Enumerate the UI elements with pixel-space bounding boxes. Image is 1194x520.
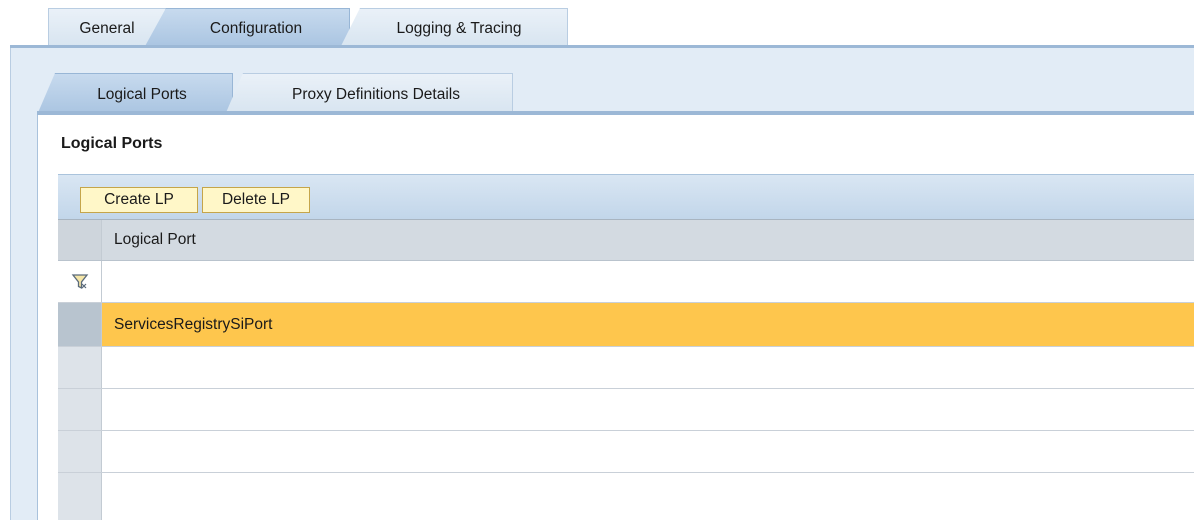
tab-configuration-label: Configuration bbox=[209, 19, 303, 37]
configuration-panel: Logical Ports Proxy Definitions Details … bbox=[10, 48, 1194, 520]
delete-lp-button[interactable]: Delete LP bbox=[202, 187, 310, 213]
row-selector[interactable] bbox=[58, 347, 102, 388]
filter-toggle[interactable] bbox=[58, 261, 102, 302]
tab-logical-ports[interactable]: Logical Ports bbox=[37, 73, 233, 115]
row-selector[interactable] bbox=[58, 303, 102, 346]
row-selector[interactable] bbox=[58, 473, 102, 520]
table-row[interactable] bbox=[58, 431, 1194, 473]
column-header-logical-port[interactable]: Logical Port bbox=[102, 220, 1194, 260]
table-header-row: Logical Port bbox=[58, 219, 1194, 261]
cell-logical-port bbox=[102, 473, 1194, 520]
row-selector[interactable] bbox=[58, 431, 102, 472]
sub-tab-strip: Logical Ports Proxy Definitions Details bbox=[37, 73, 1194, 115]
table-row[interactable] bbox=[58, 389, 1194, 431]
tab-proxy-definitions-details[interactable]: Proxy Definitions Details bbox=[225, 73, 513, 115]
row-selector[interactable] bbox=[58, 389, 102, 430]
tab-configuration[interactable]: Configuration bbox=[144, 8, 350, 48]
create-lp-button[interactable]: Create LP bbox=[80, 187, 198, 213]
logical-ports-table: Logical Port ServicesRegistrySiPort bbox=[58, 219, 1194, 520]
table-filter-row bbox=[58, 261, 1194, 303]
table-row[interactable] bbox=[58, 347, 1194, 389]
select-all-cell[interactable] bbox=[58, 220, 102, 260]
tab-logging-tracing-label: Logging & Tracing bbox=[396, 19, 522, 37]
section-title: Logical Ports bbox=[61, 135, 163, 152]
table-row[interactable] bbox=[58, 473, 1194, 520]
table-row[interactable]: ServicesRegistrySiPort bbox=[58, 303, 1194, 347]
filter-funnel-icon bbox=[71, 273, 88, 289]
cell-logical-port: ServicesRegistrySiPort bbox=[114, 315, 273, 333]
tab-logical-ports-label: Logical Ports bbox=[97, 85, 187, 103]
tab-logging-tracing[interactable]: Logging & Tracing bbox=[340, 8, 568, 48]
cell-logical-port bbox=[102, 347, 1194, 388]
filter-input-logical-port[interactable] bbox=[102, 261, 1194, 302]
tab-general-label: General bbox=[79, 19, 135, 37]
main-tab-strip: General Configuration Logging & Tracing bbox=[10, 8, 1194, 48]
logical-ports-panel: Logical Ports Create LP Delete LP Logica… bbox=[37, 115, 1194, 520]
cell-logical-port bbox=[102, 389, 1194, 430]
table-toolbar: Create LP Delete LP bbox=[58, 174, 1194, 219]
cell-logical-port bbox=[102, 431, 1194, 472]
tab-proxy-definitions-details-label: Proxy Definitions Details bbox=[292, 85, 460, 103]
